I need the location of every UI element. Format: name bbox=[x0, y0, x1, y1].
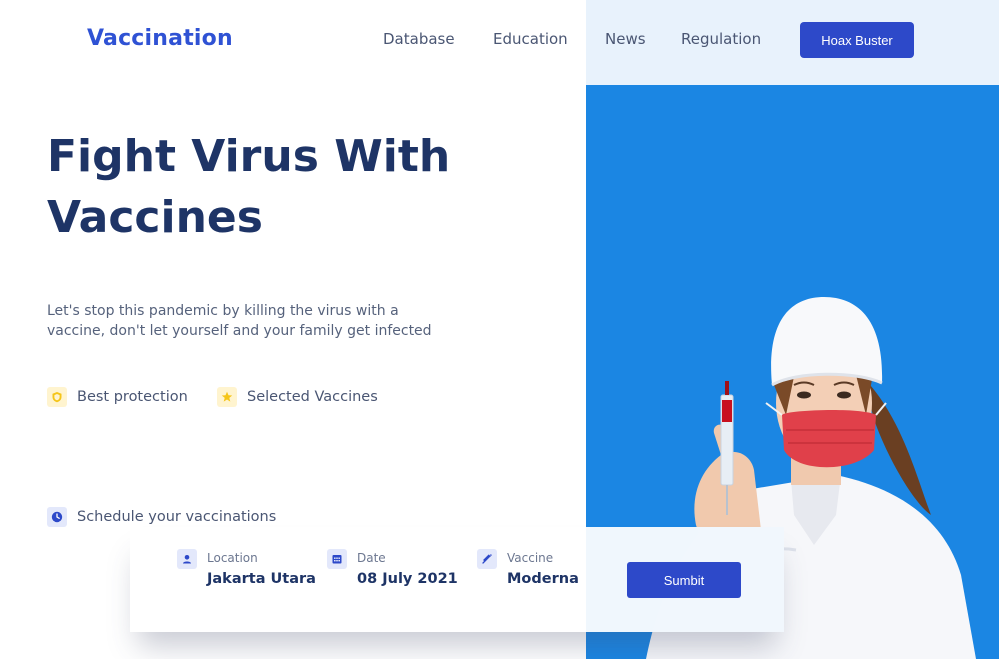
clock-icon bbox=[47, 507, 67, 527]
hoax-buster-button[interactable]: Hoax Buster bbox=[800, 22, 914, 58]
date-label: Date bbox=[357, 551, 386, 565]
schedule-heading: Schedule your vaccinations bbox=[47, 507, 276, 527]
date-field[interactable]: Date 08 July 2021 bbox=[327, 549, 458, 587]
vaccine-field[interactable]: Vaccine Moderna bbox=[477, 549, 579, 587]
star-icon bbox=[217, 387, 237, 407]
location-label: Location bbox=[207, 551, 258, 565]
calendar-icon bbox=[327, 549, 347, 569]
nav-regulation[interactable]: Regulation bbox=[681, 30, 761, 48]
logo[interactable]: Vaccination bbox=[87, 26, 233, 51]
nav-education[interactable]: Education bbox=[493, 30, 568, 48]
submit-button[interactable]: Sumbit bbox=[627, 562, 741, 598]
nav-news[interactable]: News bbox=[605, 30, 646, 48]
feature-selected-vaccines: Selected Vaccines bbox=[217, 387, 378, 407]
nav-database[interactable]: Database bbox=[383, 30, 455, 48]
shield-icon bbox=[47, 387, 67, 407]
feature-label: Best protection bbox=[77, 389, 188, 405]
hero-title-line-2: Vaccines bbox=[47, 192, 263, 243]
hero-description: Let's stop this pandemic by killing the … bbox=[47, 303, 432, 339]
header-right-panel bbox=[586, 0, 999, 85]
hero-title-line-1: Fight Virus With bbox=[47, 131, 451, 182]
location-icon bbox=[177, 549, 197, 569]
schedule-label: Schedule your vaccinations bbox=[77, 509, 277, 525]
syringe-icon bbox=[477, 549, 497, 569]
location-value: Jakarta Utara bbox=[207, 571, 316, 587]
date-value: 08 July 2021 bbox=[357, 571, 458, 587]
feature-best-protection: Best protection bbox=[47, 387, 188, 407]
vaccine-value: Moderna bbox=[507, 571, 579, 587]
location-field[interactable]: Location Jakarta Utara bbox=[177, 549, 316, 587]
hero-title: Fight Virus With Vaccines bbox=[47, 126, 567, 248]
vaccine-label: Vaccine bbox=[507, 551, 554, 565]
feature-label: Selected Vaccines bbox=[247, 389, 378, 405]
